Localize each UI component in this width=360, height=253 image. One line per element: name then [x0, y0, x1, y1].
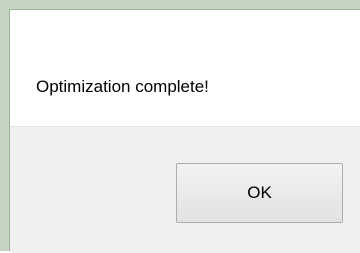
message-dialog: Optimization complete! OK	[9, 9, 360, 253]
ok-button[interactable]: OK	[176, 163, 343, 223]
dialog-button-bar: OK	[10, 126, 360, 253]
dialog-message: Optimization complete!	[36, 77, 209, 96]
dialog-content: Optimization complete!	[10, 10, 360, 126]
window-frame-top	[0, 0, 360, 9]
window-frame-left	[0, 0, 9, 251]
